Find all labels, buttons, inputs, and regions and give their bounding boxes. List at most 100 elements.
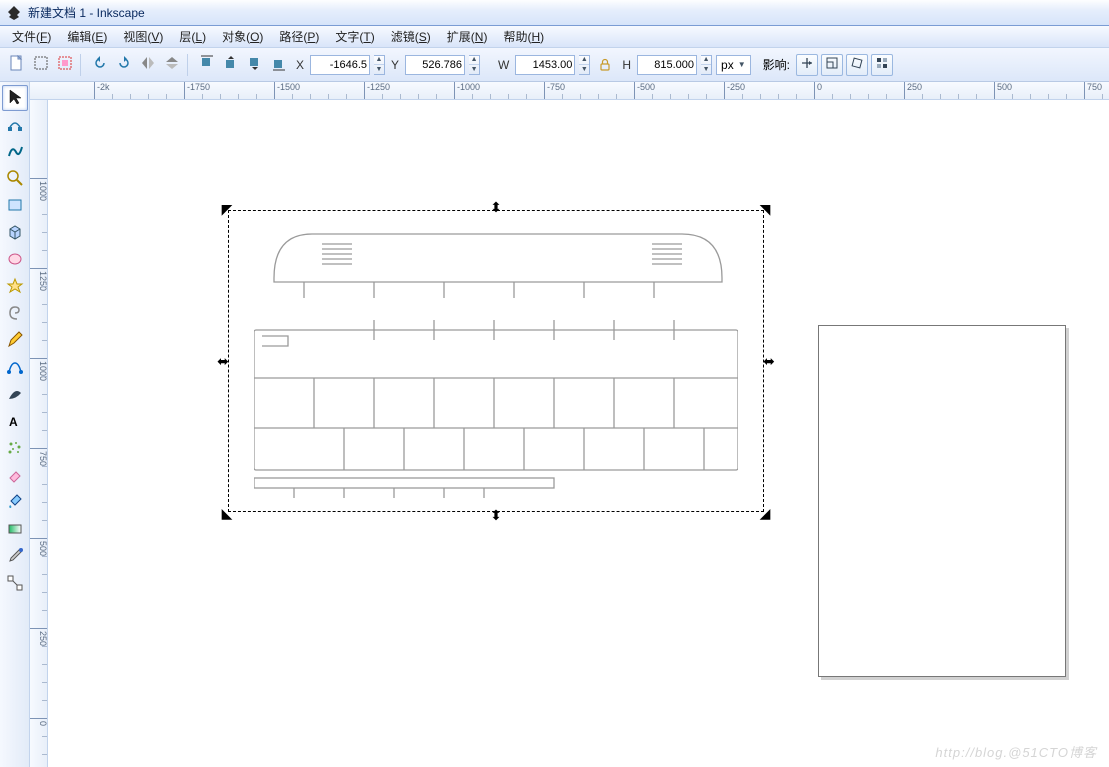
bucket-tool[interactable] (2, 490, 28, 516)
y-input[interactable] (405, 55, 465, 75)
menu-编辑E[interactable]: 编辑(E) (59, 28, 115, 45)
menu-视图V[interactable]: 视图(V) (115, 28, 171, 45)
gradient-tool[interactable] (2, 517, 28, 543)
select-region-button[interactable] (54, 54, 76, 76)
x-input[interactable] (310, 55, 370, 75)
h-input[interactable] (637, 55, 697, 75)
ruler-tick: 250 (904, 82, 922, 100)
connector-tool[interactable] (2, 571, 28, 597)
raise-button[interactable] (220, 54, 242, 76)
node-tool-icon (6, 115, 24, 136)
workspace: A -2k-1750-1500-1250-1000-750-500-250025… (0, 82, 1109, 767)
resize-handle-s[interactable]: ⬍ (489, 508, 503, 522)
flip-v-button[interactable] (161, 54, 183, 76)
affect-pattern-button[interactable] (871, 54, 893, 76)
menu-层L[interactable]: 层(L) (171, 28, 214, 45)
menu-扩展N[interactable]: 扩展(N) (439, 28, 496, 45)
text-tool-icon: A (6, 412, 24, 433)
h-label: H (620, 58, 633, 72)
pencil-tool[interactable] (2, 328, 28, 354)
raise-top-icon (199, 55, 215, 74)
watermark: http://blog.@51CTO博客 (935, 742, 1097, 761)
ruler-tick: 750 (1084, 82, 1102, 100)
3dbox-tool-icon (6, 223, 24, 244)
new-doc-icon (9, 55, 25, 74)
resize-handle-ne[interactable]: ◥ (758, 202, 772, 216)
resize-handle-e[interactable]: ⬌ (762, 354, 776, 368)
dropper-tool[interactable] (2, 544, 28, 570)
page-outline (818, 325, 1066, 677)
node-tool[interactable] (2, 112, 28, 138)
resize-handle-n[interactable]: ⬍ (489, 200, 503, 214)
menu-文件F[interactable]: 文件(F) (4, 28, 59, 45)
affect-rotate-icon (850, 56, 864, 73)
menu-文字T[interactable]: 文字(T) (327, 28, 382, 45)
lower-bottom-icon (271, 55, 287, 74)
flip-h-icon (140, 55, 156, 74)
bucket-tool-icon (6, 493, 24, 514)
chevron-down-icon: ▼ (738, 60, 746, 69)
h-spinner[interactable]: ▲▼ (701, 55, 712, 75)
tweak-tool-icon (6, 142, 24, 163)
zoom-tool-icon (6, 169, 24, 190)
eraser-tool-icon (6, 466, 24, 487)
spiral-tool-icon (6, 304, 24, 325)
flip-h-button[interactable] (137, 54, 159, 76)
rotate-ccw-button[interactable] (89, 54, 111, 76)
resize-handle-nw[interactable]: ◤ (220, 202, 234, 216)
menu-对象O[interactable]: 对象(O) (214, 28, 271, 45)
selector-tool[interactable] (2, 85, 28, 111)
ruler-tick: 0 (814, 82, 822, 100)
select-all-button[interactable] (30, 54, 52, 76)
rotate-cw-button[interactable] (113, 54, 135, 76)
gradient-tool-icon (6, 520, 24, 541)
ruler-tick: 1000 (30, 178, 48, 201)
vertical-ruler[interactable]: 1000125010007505002500 (30, 100, 48, 767)
unit-select[interactable]: px ▼ (716, 55, 751, 75)
select-all-icon (33, 55, 49, 74)
star-tool[interactable] (2, 274, 28, 300)
menu-滤镜S[interactable]: 滤镜(S) (383, 28, 439, 45)
resize-handle-se[interactable]: ◢ (758, 506, 772, 520)
text-tool[interactable]: A (2, 409, 28, 435)
3dbox-tool[interactable] (2, 220, 28, 246)
tweak-tool[interactable] (2, 139, 28, 165)
affect-rotate-button[interactable] (846, 54, 868, 76)
raise-icon (223, 55, 239, 74)
lower-bottom-button[interactable] (268, 54, 290, 76)
rect-tool[interactable] (2, 193, 28, 219)
affect-scale-button[interactable] (821, 54, 843, 76)
lock-aspect-button[interactable] (594, 54, 616, 76)
y-spinner[interactable]: ▲▼ (469, 55, 480, 75)
rect-tool-icon (6, 196, 24, 217)
ruler-tick: 1000 (30, 358, 48, 381)
horizontal-ruler[interactable]: -2k-1750-1500-1250-1000-750-500-25002505… (30, 82, 1109, 100)
w-label: W (496, 58, 511, 72)
spiral-tool[interactable] (2, 301, 28, 327)
menu-路径P[interactable]: 路径(P) (271, 28, 327, 45)
ellipse-tool[interactable] (2, 247, 28, 273)
titlebar: 新建文档 1 - Inkscape (0, 0, 1109, 26)
lower-button[interactable] (244, 54, 266, 76)
calligraphy-tool[interactable] (2, 382, 28, 408)
resize-handle-sw[interactable]: ◣ (220, 506, 234, 520)
canvas[interactable]: ◤ ◥ ◣ ◢ ⬍ ⬍ ⬌ ⬌ (48, 100, 1109, 767)
select-region-icon (57, 55, 73, 74)
x-spinner[interactable]: ▲▼ (374, 55, 385, 75)
new-doc-button[interactable] (6, 54, 28, 76)
eraser-tool[interactable] (2, 463, 28, 489)
resize-handle-w[interactable]: ⬌ (216, 354, 230, 368)
affect-pattern-icon (875, 56, 889, 73)
bezier-tool[interactable] (2, 355, 28, 381)
w-input[interactable] (515, 55, 575, 75)
zoom-tool[interactable] (2, 166, 28, 192)
spray-tool[interactable] (2, 436, 28, 462)
selected-object[interactable] (254, 228, 738, 498)
pencil-tool-icon (6, 331, 24, 352)
w-spinner[interactable]: ▲▼ (579, 55, 590, 75)
affect-move-button[interactable] (796, 54, 818, 76)
menu-帮助H[interactable]: 帮助(H) (495, 28, 552, 45)
calligraphy-tool-icon (6, 385, 24, 406)
raise-top-button[interactable] (196, 54, 218, 76)
rotate-cw-icon (116, 55, 132, 74)
